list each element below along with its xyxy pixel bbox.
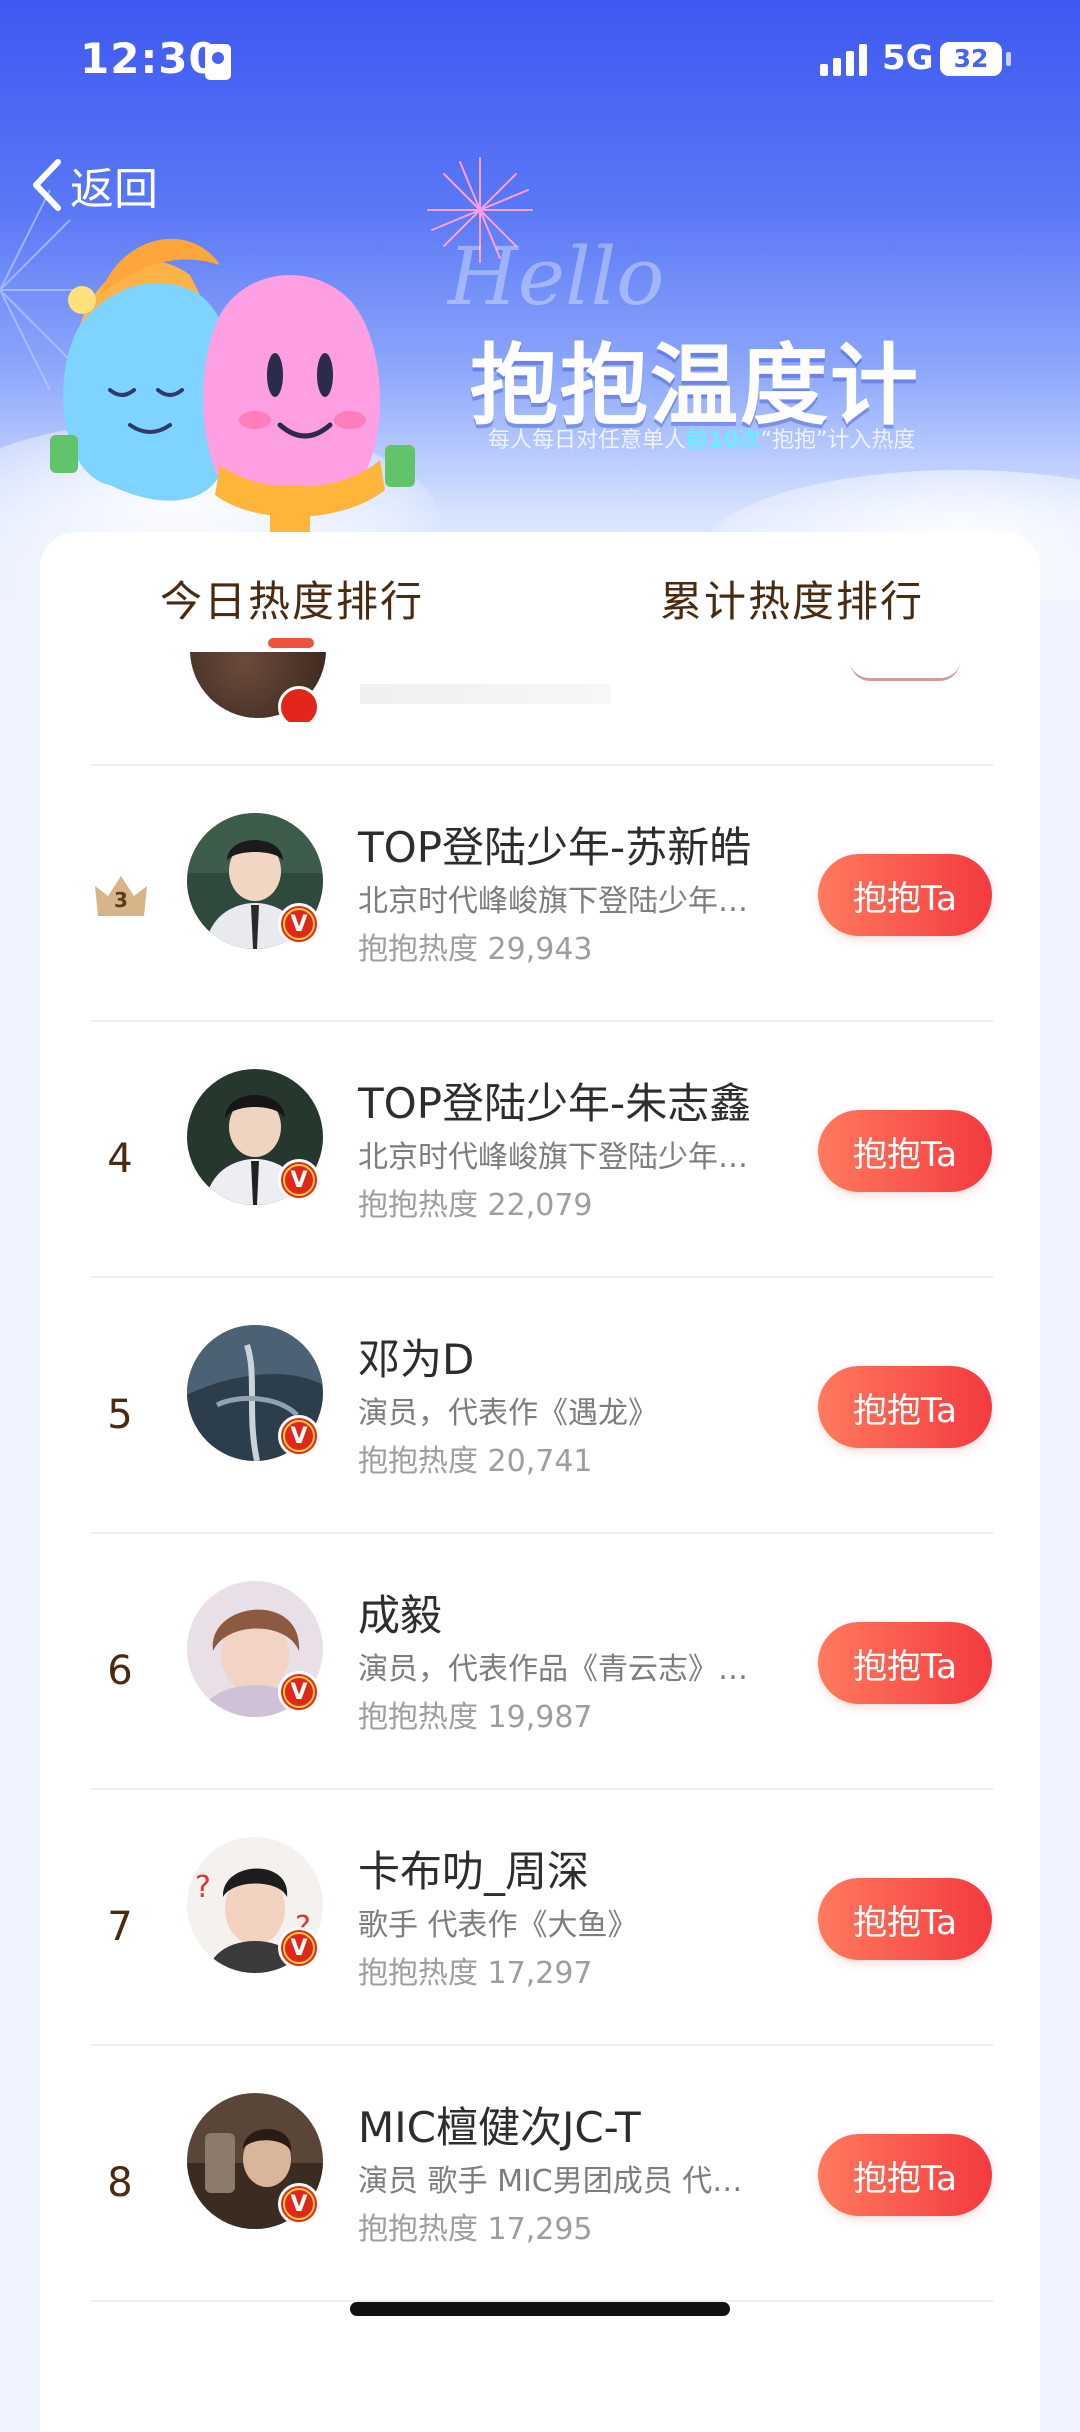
list-item: 4 V TOP登陆少年-朱志鑫 北京时代峰峻旗下登陆少年… 抱抱热度 22,07… [40, 1022, 1040, 1276]
user-name: TOP登陆少年-朱志鑫 [358, 1079, 752, 1128]
ranking-tabs: 今日热度排行 累计热度排行 [40, 532, 1040, 672]
hug-button-partial [850, 652, 960, 681]
user-description: 演员，代表作品《青云志》… [358, 1652, 748, 1687]
mascot-illustration [50, 238, 415, 545]
verified-badge: V [278, 2183, 320, 2225]
hug-button[interactable]: 抱抱Ta [818, 1110, 992, 1192]
back-label: 返回 [70, 164, 158, 215]
verified-badge: V [278, 1927, 320, 1969]
rank-number: 6 [107, 1648, 133, 1694]
faded-text [360, 684, 610, 704]
home-indicator[interactable] [350, 2302, 730, 2316]
heat-value: 抱抱热度 17,297 [358, 1956, 593, 1991]
subtitle-highlight: 前10次 [686, 428, 761, 453]
subtitle-text: “抱抱”计入热度 [760, 428, 916, 453]
subtitle-text: 每人每日对任意单人 [488, 428, 687, 453]
list-item: 7 ? ? V 卡布叻_周深 歌手 代表作《大鱼》 抱抱热度 17,297 抱抱… [40, 1790, 1040, 2044]
verified-badge: V [278, 1671, 320, 1713]
verified-badge [278, 686, 320, 722]
chevron-left-icon [33, 159, 61, 211]
list-item-partial [40, 652, 1040, 722]
user-description: 北京时代峰峻旗下登陆少年… [358, 1140, 748, 1175]
rank-number: 3 [114, 888, 128, 912]
tab-daily-ranking[interactable]: 今日热度排行 [160, 568, 424, 629]
hug-button[interactable]: 抱抱Ta [818, 2134, 992, 2216]
hug-button[interactable]: 抱抱Ta [818, 854, 992, 936]
heat-value: 抱抱热度 20,741 [358, 1444, 593, 1479]
crown-rank-icon: 3 [92, 872, 150, 918]
tab-indicator [268, 638, 314, 648]
user-name: MIC檀健次JC-T [358, 2103, 641, 2152]
ranking-card: 今日热度排行 累计热度排行 3 V TOP登陆少年-苏新皓 北京时代峰峻旗下登陆… [40, 532, 1040, 2432]
page-subtitle: 每人每日对任意单人前10次“抱抱”计入热度 [488, 422, 915, 454]
user-name: 邓为D [358, 1335, 475, 1384]
battery-tip [1006, 52, 1011, 66]
verified-badge: V [278, 1415, 320, 1457]
user-description: 演员，代表作《遇龙》 [358, 1396, 658, 1431]
heat-value: 抱抱热度 29,943 [358, 932, 593, 967]
user-name: 成毅 [358, 1591, 443, 1640]
network-type: 5G [882, 38, 934, 78]
status-bar: 12:30 5G 32 [0, 0, 1080, 120]
rank-number: 8 [107, 2160, 133, 2206]
hug-button[interactable]: 抱抱Ta [818, 1622, 992, 1704]
verified-badge: V [278, 1159, 320, 1201]
heat-value: 抱抱热度 17,295 [358, 2212, 593, 2247]
rank-number: 4 [107, 1136, 133, 1182]
list-item: 6 V 成毅 演员，代表作品《青云志》… 抱抱热度 19,987 抱抱Ta [40, 1534, 1040, 1788]
contact-card-icon [205, 44, 231, 80]
user-description: 演员 歌手 MIC男团成员 代… [358, 2164, 743, 2199]
list-item: 5 V 邓为D 演员，代表作《遇龙》 抱抱热度 20,741 抱抱Ta [40, 1278, 1040, 1532]
list-item: 8 V MIC檀健次JC-T 演员 歌手 MIC男团成员 代… 抱抱热度 17,… [40, 2046, 1040, 2300]
rank-number: 5 [107, 1392, 133, 1438]
heat-value: 抱抱热度 19,987 [358, 1700, 593, 1735]
hug-button[interactable]: 抱抱Ta [818, 1878, 992, 1960]
status-time: 12:30 [80, 34, 219, 83]
user-name: TOP登陆少年-苏新皓 [358, 823, 752, 872]
back-button[interactable]: 返回 [30, 150, 158, 220]
user-description: 歌手 代表作《大鱼》 [358, 1908, 638, 1943]
tab-cumulative-ranking[interactable]: 累计热度排行 [660, 568, 924, 629]
user-description: 北京时代峰峻旗下登陆少年… [358, 884, 748, 919]
user-name: 卡布叻_周深 [358, 1847, 590, 1896]
heat-value: 抱抱热度 22,079 [358, 1188, 593, 1223]
battery-icon: 32 [940, 42, 1002, 76]
verified-badge: V [278, 903, 320, 945]
rank-number: 7 [107, 1904, 133, 1950]
list-item: 3 V TOP登陆少年-苏新皓 北京时代峰峻旗下登陆少年… 抱抱热度 29,94… [40, 766, 1040, 1020]
hug-button[interactable]: 抱抱Ta [818, 1366, 992, 1448]
signal-icon [820, 44, 867, 76]
svg-text:?: ? [195, 1870, 211, 1905]
hello-decoration: Hello [448, 230, 665, 323]
